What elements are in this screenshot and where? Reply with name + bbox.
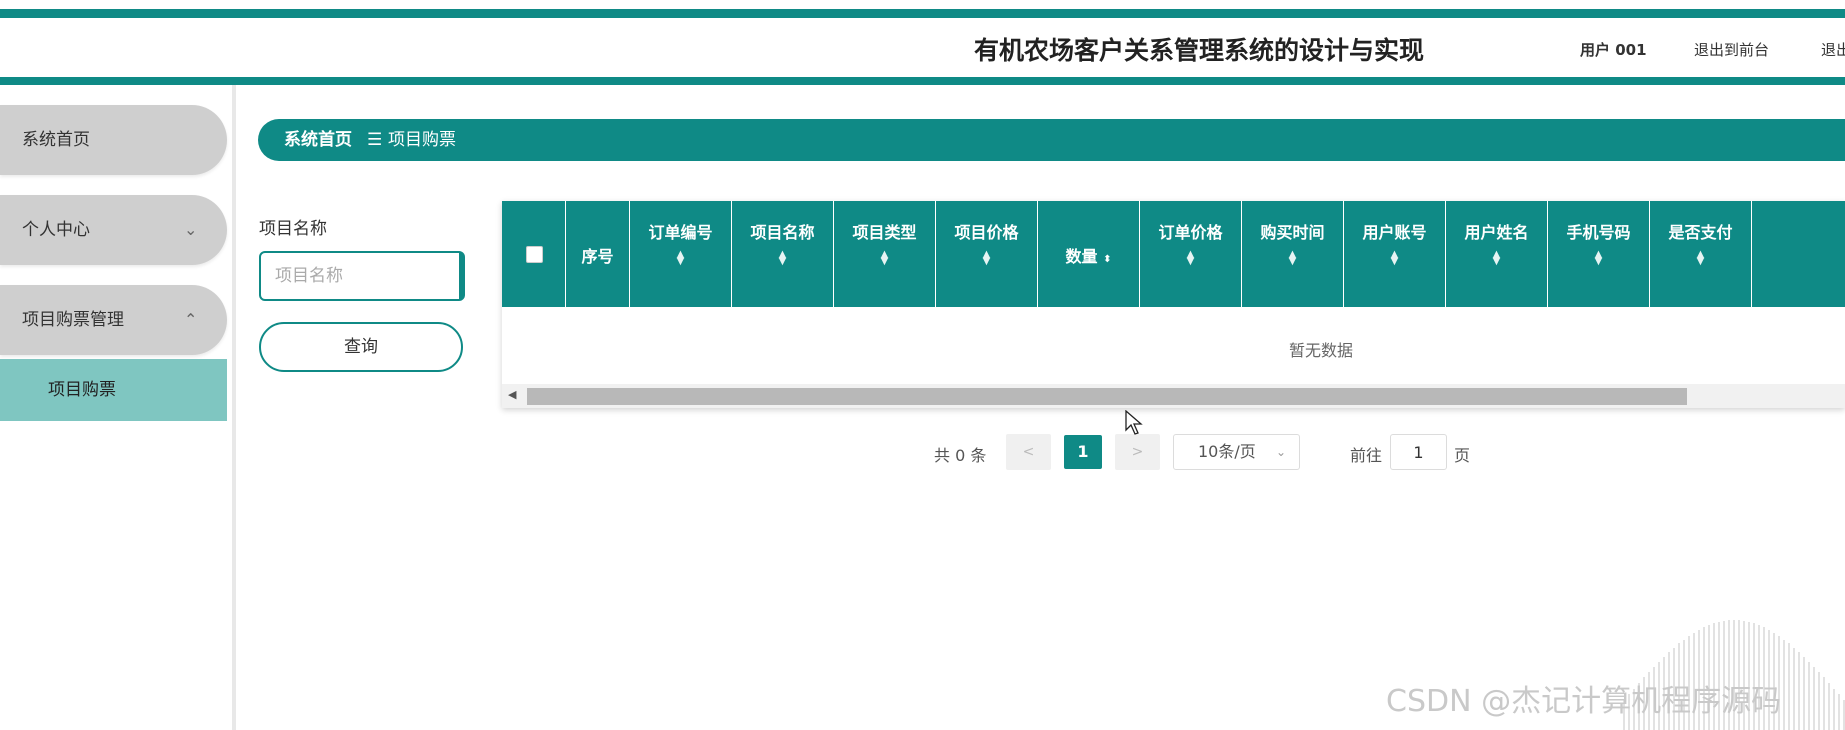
mouse-cursor-icon bbox=[1125, 410, 1143, 435]
page-size-select[interactable]: 10条/页 ⌄ bbox=[1173, 434, 1300, 470]
project-name-input[interactable] bbox=[259, 251, 465, 301]
sidebar-item-label: 项目购票管理 bbox=[22, 310, 124, 330]
sidebar-item-home[interactable]: 系统首页 bbox=[0, 105, 227, 175]
top-stripe bbox=[0, 0, 1845, 19]
sort-icon[interactable]: ▲ ▼ bbox=[1650, 250, 1751, 267]
column-header[interactable]: 订单编号 ▲ ▼ bbox=[630, 201, 732, 307]
column-header-label: 项目名称 bbox=[750, 223, 815, 242]
column-header-label: 项目价格 bbox=[954, 223, 1019, 242]
column-header[interactable]: 数量 ⬍ bbox=[1038, 201, 1140, 307]
sort-icon[interactable]: ▲ ▼ bbox=[732, 250, 833, 267]
header-divider bbox=[0, 77, 1845, 85]
breadcrumb-home[interactable]: 系统首页 bbox=[284, 119, 352, 161]
page-number-button[interactable]: 1 bbox=[1064, 435, 1102, 469]
column-header[interactable]: 手机号码 ▲ ▼ bbox=[1548, 201, 1650, 307]
breadcrumb: 系统首页 ☰ 项目购票 bbox=[258, 119, 1845, 161]
column-header-label: 订单编号 bbox=[648, 223, 713, 242]
breadcrumb-separator-icon: ☰ bbox=[367, 130, 383, 150]
app-header: 有机农场客户关系管理系统的设计与实现 用户 001 退出到前台 退出 bbox=[0, 19, 1845, 77]
column-header-label: 项目类型 bbox=[852, 223, 917, 242]
column-header[interactable]: 购买时间 ▲ ▼ bbox=[1242, 201, 1344, 307]
sort-icon[interactable]: ▲ ▼ bbox=[1242, 250, 1343, 267]
column-header-label: 是否支付 bbox=[1668, 223, 1733, 242]
table-header: 序号 订单编号 ▲ ▼ 项目名称 ▲ ▼ 项目类型 ▲ ▼ 项目价格 ▲ ▼ 数量 ⬍ … bbox=[502, 201, 1845, 307]
column-header-label: 购买时间 bbox=[1260, 223, 1325, 242]
column-header-label: 订单价格 bbox=[1158, 223, 1223, 242]
sidebar-subitem-label: 项目购票 bbox=[48, 380, 116, 400]
pagination-total: 共 0 条 bbox=[934, 446, 987, 465]
select-all-checkbox[interactable] bbox=[526, 246, 543, 263]
data-table: 序号 订单编号 ▲ ▼ 项目名称 ▲ ▼ 项目类型 ▲ ▼ 项目价格 ▲ ▼ 数量 ⬍ … bbox=[502, 201, 1845, 408]
column-header-label: 手机号码 bbox=[1566, 223, 1631, 242]
column-header-label: 序号 bbox=[581, 247, 614, 266]
scroll-left-icon[interactable]: ◀ bbox=[508, 388, 516, 401]
column-header[interactable]: 项目价格 ▲ ▼ bbox=[936, 201, 1038, 307]
goto-unit: 页 bbox=[1454, 446, 1471, 465]
exit-link[interactable]: 退出 bbox=[1821, 39, 1845, 60]
scrollbar-thumb[interactable] bbox=[527, 388, 1687, 405]
column-header: 序号 bbox=[566, 201, 630, 307]
sidebar-subitem-ticket[interactable]: 项目购票 bbox=[0, 359, 227, 421]
prev-page-button[interactable]: < bbox=[1006, 434, 1051, 470]
column-header-label: 数量 ⬍ bbox=[1038, 243, 1139, 267]
chevron-up-icon: ⌃ bbox=[184, 310, 198, 329]
sort-icon[interactable]: ▲ ▼ bbox=[630, 250, 731, 267]
sort-icon[interactable]: ▲ ▼ bbox=[936, 250, 1037, 267]
select-all-column bbox=[502, 201, 566, 307]
sidebar-item-label: 个人中心 bbox=[22, 220, 90, 240]
sidebar-item-personal-center[interactable]: 个人中心 ⌄ bbox=[0, 195, 227, 265]
column-header-label: 用户姓名 bbox=[1464, 223, 1529, 242]
app-title: 有机农场客户关系管理系统的设计与实现 bbox=[973, 36, 1424, 65]
column-header[interactable]: 项目类型 ▲ ▼ bbox=[834, 201, 936, 307]
empty-state-text: 暂无数据 bbox=[1288, 341, 1353, 360]
column-header[interactable]: 用户姓名 ▲ ▼ bbox=[1446, 201, 1548, 307]
column-header-text: 数量 bbox=[1065, 247, 1098, 266]
goto-page-input[interactable] bbox=[1390, 434, 1447, 470]
sidebar-item-ticket-management[interactable]: 项目购票管理 ⌃ bbox=[0, 285, 227, 355]
chevron-down-icon: ⌄ bbox=[184, 220, 198, 239]
sidebar: 系统首页 个人中心 ⌄ 项目购票管理 ⌃ 项目购票 bbox=[0, 85, 236, 730]
column-header-label: 用户账号 bbox=[1362, 223, 1427, 242]
sidebar-item-label: 系统首页 bbox=[22, 130, 90, 150]
sort-icon[interactable]: ▲ ▼ bbox=[1446, 250, 1547, 267]
top-accent-bar bbox=[0, 9, 1845, 18]
exit-to-front-link[interactable]: 退出到前台 bbox=[1694, 39, 1769, 60]
pagination: 共 0 条 < 1 > 10条/页 ⌄ 前往 页 bbox=[0, 432, 1845, 472]
column-header[interactable]: 用户账号 ▲ ▼ bbox=[1344, 201, 1446, 307]
sort-icon[interactable]: ▲ ▼ bbox=[1548, 250, 1649, 267]
query-button[interactable]: 查询 bbox=[259, 322, 463, 372]
watermark-text: CSDN @杰记计算机程序源码 bbox=[1386, 684, 1782, 719]
filter-label: 项目名称 bbox=[259, 219, 327, 239]
page-size-value: 10条/页 bbox=[1198, 442, 1256, 461]
sort-icon[interactable]: ▲ ▼ bbox=[1140, 250, 1241, 267]
horizontal-scrollbar[interactable]: ◀ bbox=[502, 384, 1845, 408]
sort-icon[interactable]: ▲ ▼ bbox=[1344, 250, 1445, 267]
column-header[interactable]: 项目名称 ▲ ▼ bbox=[732, 201, 834, 307]
sort-icon[interactable]: ▲ ▼ bbox=[834, 250, 935, 267]
sort-icon[interactable]: ⬍ bbox=[1103, 254, 1111, 265]
next-page-button[interactable]: > bbox=[1115, 434, 1160, 470]
breadcrumb-current: 项目购票 bbox=[388, 130, 456, 150]
column-header[interactable]: 是否支付 ▲ ▼ bbox=[1650, 201, 1752, 307]
column-header[interactable]: 订单价格 ▲ ▼ bbox=[1140, 201, 1242, 307]
user-label[interactable]: 用户 001 bbox=[1580, 39, 1647, 60]
goto-label: 前往 bbox=[1350, 446, 1383, 465]
chevron-down-icon: ⌄ bbox=[1276, 445, 1287, 459]
